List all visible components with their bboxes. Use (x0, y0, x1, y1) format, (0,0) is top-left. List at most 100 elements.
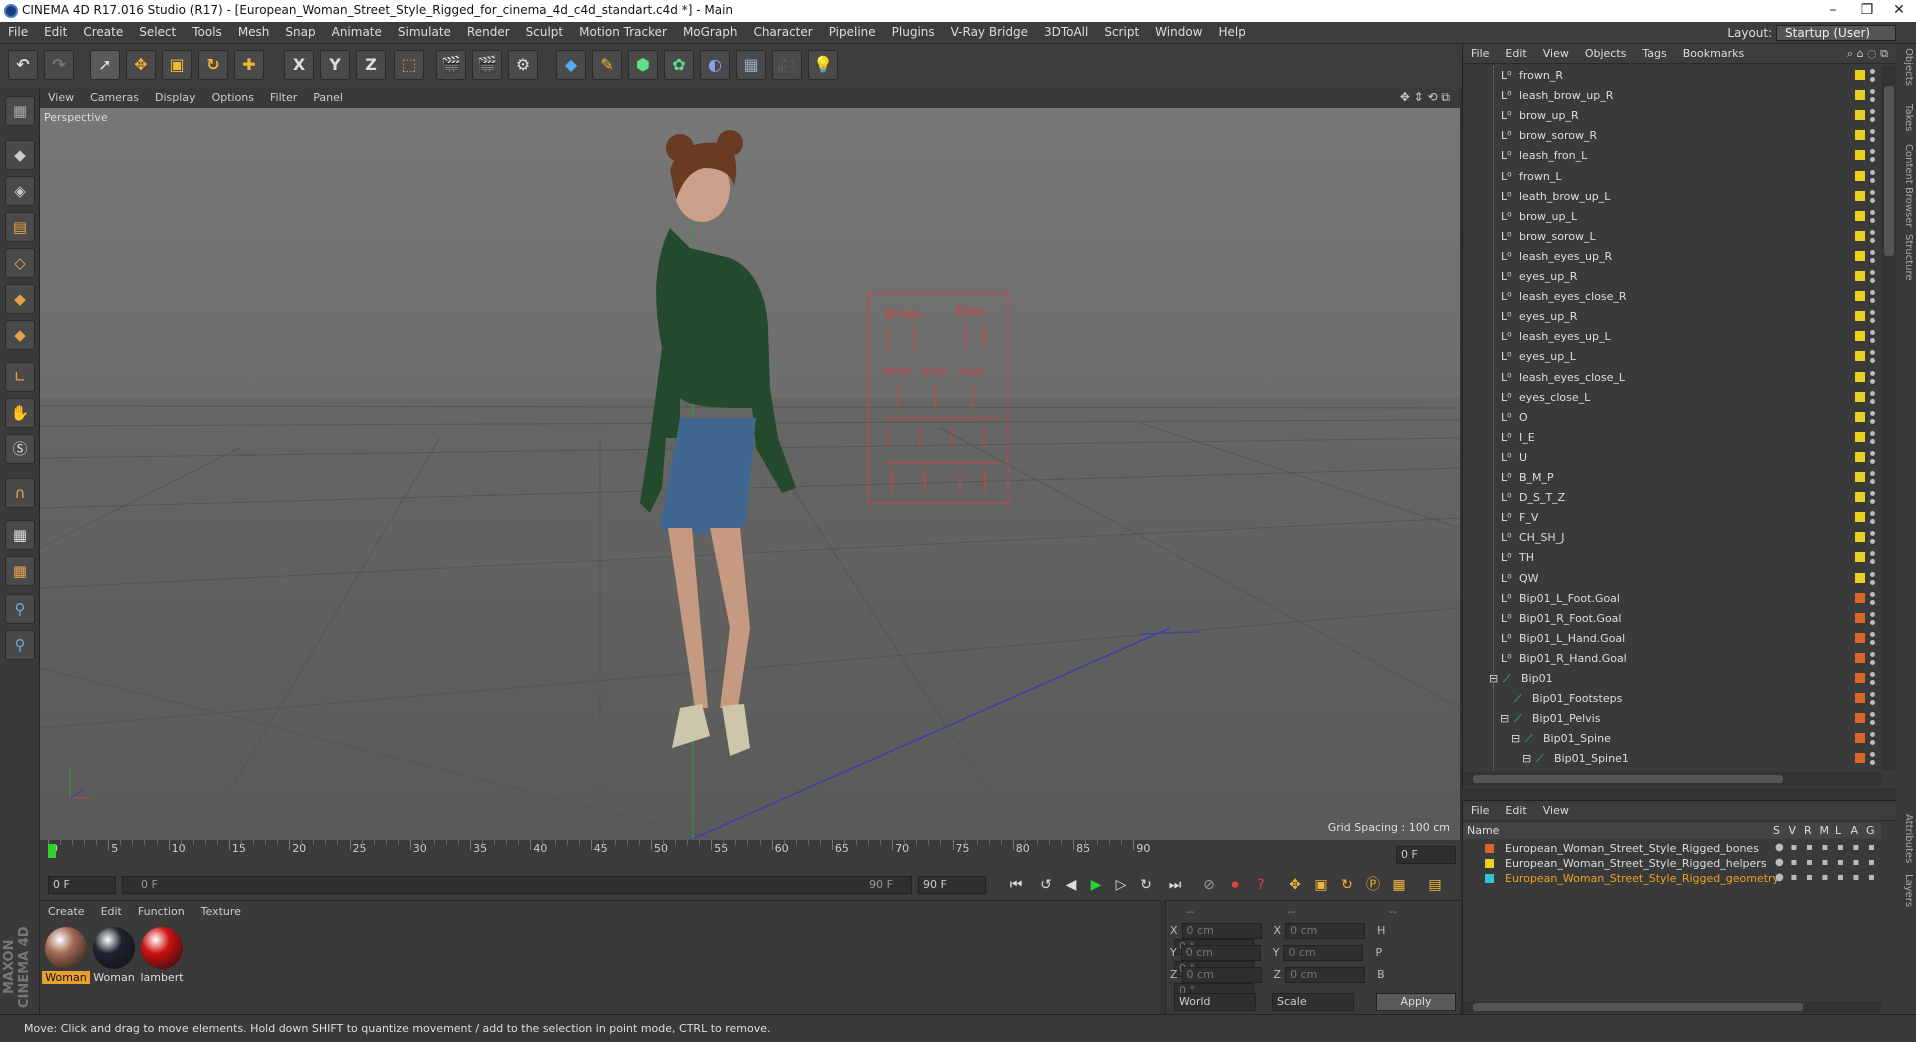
editor-visibility-dot[interactable] (1870, 712, 1875, 718)
keyframe-selection-icon[interactable]: ? (1250, 874, 1272, 896)
3d-viewport[interactable]: Brows Eyes Smiles Fright Anger Perspecti… (40, 108, 1460, 840)
layer-column-r[interactable]: R (1804, 824, 1812, 837)
close-button[interactable]: ✕ (1884, 2, 1914, 18)
material-preview[interactable] (45, 927, 87, 969)
menu-script[interactable]: Script (1096, 22, 1147, 39)
tweak-mode-icon[interactable]: ✋ (5, 398, 35, 428)
layer-color-swatch[interactable] (1855, 451, 1865, 462)
side-tab-takes[interactable]: Takes (1898, 104, 1914, 131)
object-row[interactable]: L⁰ leash_eyes_close_L (1463, 368, 1881, 388)
layer-color-swatch[interactable] (1855, 170, 1865, 181)
render-picture-icon[interactable]: 🎬 (472, 50, 502, 80)
editor-visibility-dot[interactable] (1870, 270, 1875, 275)
layer-toggle-icon[interactable]: ▪ (1791, 872, 1798, 883)
coord-value-field[interactable]: 0 cm (1181, 923, 1262, 939)
minimize-button[interactable]: – (1818, 2, 1848, 18)
editor-visibility-dot[interactable] (1870, 571, 1875, 577)
editor-visibility-dot[interactable] (1870, 209, 1875, 215)
apply-button[interactable]: Apply (1376, 993, 1456, 1011)
layer-color-swatch[interactable] (1855, 472, 1865, 482)
render-visibility-dot[interactable] (1870, 599, 1875, 605)
rotate-icon[interactable]: ↻ (198, 50, 228, 80)
object-menu-tags[interactable]: Tags (1634, 44, 1674, 63)
object-horizontal-scrollbar[interactable] (1463, 772, 1881, 786)
editor-visibility-dot[interactable] (1870, 249, 1875, 255)
layer-color-swatch[interactable] (1855, 632, 1865, 643)
material-swatch[interactable]: lambert (138, 927, 186, 984)
timeline-ruler[interactable]: 051015202530354045505560657075808590 0 F (40, 840, 1460, 870)
layer-toggle-icon[interactable]: ▪ (1791, 842, 1798, 853)
object-row[interactable]: L⁰ leash_fron_L (1463, 146, 1881, 166)
go-to-end-icon[interactable]: ⏭ (1164, 874, 1186, 896)
object-row[interactable]: L⁰ eyes_up_L (1463, 347, 1881, 367)
playhead[interactable] (48, 844, 56, 858)
move-add-icon[interactable]: ✚ (234, 50, 264, 80)
layer-color-swatch[interactable] (1485, 844, 1494, 853)
menu-select[interactable]: Select (131, 22, 184, 39)
editor-visibility-dot[interactable] (1870, 732, 1875, 738)
object-row[interactable]: ⊟ ⟋ Bip01_Spine (1463, 729, 1881, 749)
material-menu-create[interactable]: Create (40, 901, 93, 922)
editor-visibility-dot[interactable] (1870, 591, 1875, 597)
object-row[interactable]: L⁰ I_E (1463, 428, 1881, 448)
editor-visibility-dot[interactable] (1870, 350, 1875, 356)
editor-visibility-dot[interactable] (1870, 531, 1875, 537)
object-row[interactable]: L⁰ leath_brow_up_L (1463, 187, 1881, 207)
menu-mesh[interactable]: Mesh (230, 22, 278, 39)
object-row[interactable]: L⁰ brow_sorow_R (1463, 126, 1881, 146)
layer-color-swatch[interactable] (1855, 291, 1865, 302)
layer-row[interactable]: European_Woman_Street_Style_Rigged_bones… (1463, 841, 1881, 856)
layer-toggle-icon[interactable]: ▪ (1868, 842, 1875, 853)
layer-color-swatch[interactable] (1855, 532, 1865, 543)
render-visibility-dot[interactable] (1870, 740, 1875, 746)
object-row[interactable]: L⁰ brow_up_L (1463, 207, 1881, 227)
object-vertical-scrollbar[interactable] (1881, 66, 1897, 770)
layer-color-swatch[interactable] (1855, 331, 1865, 342)
layer-column-l[interactable]: L (1835, 824, 1841, 837)
layer-toggle-icon[interactable]: ▪ (1806, 857, 1813, 868)
render-visibility-dot[interactable] (1870, 438, 1875, 444)
edges-mode-icon[interactable]: ◆ (5, 284, 35, 314)
side-tab-content-browser[interactable]: Content Browser (1898, 144, 1914, 227)
object-row[interactable]: L⁰ Bip01_L_Foot.Goal (1463, 589, 1881, 609)
layer-toggle-icon[interactable]: ● (1775, 842, 1784, 853)
object-row[interactable]: L⁰ TH (1463, 548, 1881, 568)
menu-sculpt[interactable]: Sculpt (518, 22, 571, 39)
layer-color-swatch[interactable] (1855, 552, 1865, 563)
magnet-icon[interactable]: ∩ (5, 478, 35, 508)
menu-plugins[interactable]: Plugins (884, 22, 943, 39)
render-visibility-dot[interactable] (1870, 458, 1875, 464)
layer-row[interactable]: European_Woman_Street_Style_Rigged_helpe… (1463, 856, 1881, 871)
editor-visibility-dot[interactable] (1870, 450, 1875, 456)
layer-color-swatch[interactable] (1855, 311, 1865, 322)
maximize-button[interactable]: ❐ (1852, 2, 1882, 18)
layer-color-swatch[interactable] (1855, 210, 1865, 221)
coord-system-icon[interactable]: ⬚ (394, 50, 424, 80)
menu-window[interactable]: Window (1147, 22, 1210, 39)
layer-column-name[interactable]: Name (1467, 824, 1499, 837)
menu-3dtoall[interactable]: 3DToAll (1036, 22, 1096, 39)
lock-workplane-icon[interactable]: ▦ (5, 520, 35, 550)
object-menu-objects[interactable]: Objects (1577, 44, 1635, 63)
render-visibility-dot[interactable] (1870, 358, 1875, 364)
layer-color-swatch[interactable] (1485, 859, 1494, 868)
menu-snap[interactable]: Snap (277, 22, 323, 39)
side-tab-objects[interactable]: Objects (1898, 48, 1914, 86)
layer-color-swatch[interactable] (1855, 411, 1865, 422)
render-visibility-dot[interactable] (1870, 137, 1875, 143)
edit-mode-icon[interactable]: ▦ (5, 96, 35, 126)
material-menu-texture[interactable]: Texture (193, 901, 249, 922)
layer-color-swatch[interactable] (1855, 693, 1865, 704)
layer-toggle-icon[interactable]: ● (1775, 872, 1784, 883)
python-2-icon[interactable]: ⚲ (5, 630, 35, 660)
object-row[interactable]: L⁰ Bip01_R_Foot.Goal (1463, 609, 1881, 629)
layer-color-swatch[interactable] (1855, 190, 1865, 201)
layer-toggle-icon[interactable]: ● (1775, 857, 1784, 868)
layer-color-swatch[interactable] (1855, 250, 1865, 261)
layer-color-swatch[interactable] (1485, 874, 1494, 883)
layer-color-swatch[interactable] (1855, 612, 1865, 623)
layer-toggle-icon[interactable]: ▪ (1837, 872, 1844, 883)
layer-toggle-icon[interactable]: ▪ (1837, 842, 1844, 853)
points-mode-icon[interactable]: ◇ (5, 248, 35, 278)
side-tab-layers[interactable]: Layers (1898, 874, 1914, 907)
